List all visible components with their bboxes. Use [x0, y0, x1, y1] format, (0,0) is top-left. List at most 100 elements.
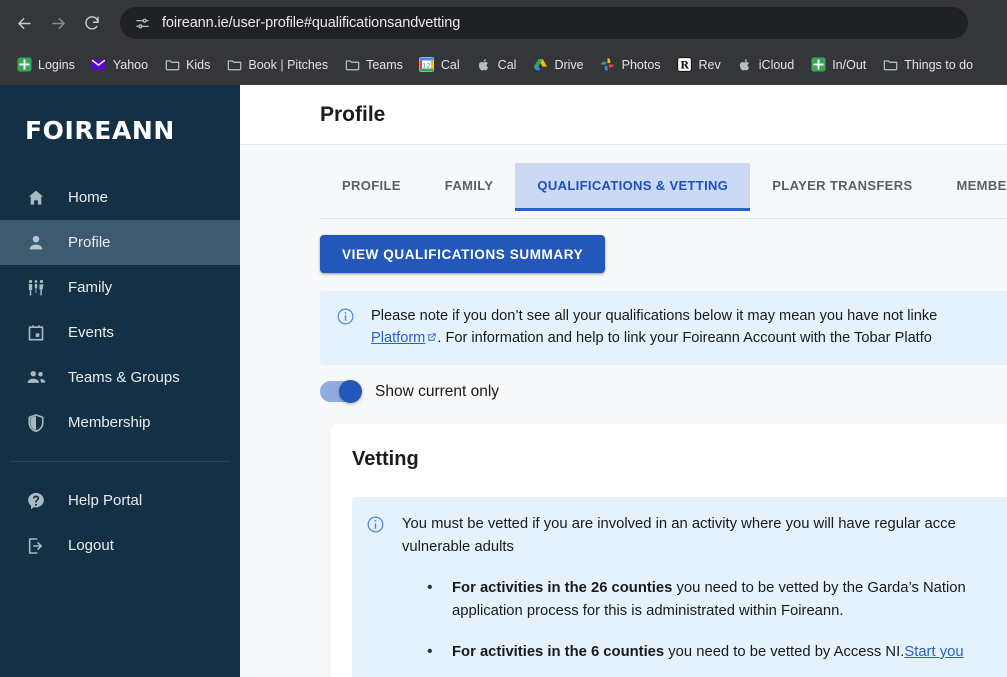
vetting-intro-line-2: vulnerable adults [402, 539, 514, 556]
tobar-platform-link[interactable]: Platform [371, 330, 425, 346]
bookmark-label: Logins [38, 57, 75, 72]
bookmark-icloud[interactable]: iCloud [729, 52, 802, 78]
page-title: Profile [320, 102, 386, 126]
tab-family[interactable]: FAMILY [423, 163, 516, 211]
tab-bar: PROFILE FAMILY QUALIFICATIONS & VETTING … [320, 163, 1007, 211]
brand-text: FOIREANN [25, 115, 175, 145]
bookmark-label: Drive [554, 57, 584, 72]
sidebar-item-help-portal[interactable]: Help Portal [0, 478, 240, 523]
vetting-title: Vetting [352, 448, 419, 471]
home-icon [25, 187, 47, 209]
site-settings-icon[interactable] [132, 13, 152, 33]
sidebar-item-label: Family [68, 279, 113, 296]
qualifications-notice-text: Please note if you don’t see all your qu… [371, 305, 937, 349]
vetting-intro-line-1: You must be vetted if you are involved i… [402, 516, 956, 533]
address-bar[interactable]: foireann.ie/user-profile#qualificationsa… [120, 7, 968, 39]
notice-line-1: Please note if you don’t see all your qu… [371, 308, 938, 324]
bookmark-teams[interactable]: Teams [336, 52, 411, 78]
show-current-only-label: Show current only [375, 382, 500, 400]
sidebar-item-label: Help Portal [68, 492, 143, 509]
tab-membership[interactable]: MEMBERSHIP [934, 163, 1007, 211]
bookmark-kids[interactable]: Kids [156, 52, 218, 78]
main-content: Profile PROFILE FAMILY QUALIFICATIONS & … [240, 85, 1007, 677]
vetting-notice: You must be vetted if you are involved i… [352, 497, 1007, 677]
bookmark-cal-apple[interactable]: Cal [468, 52, 525, 78]
sidebar-nav: Home Profile Family Events Teams & Group… [0, 175, 240, 568]
green-cross-icon [16, 57, 32, 73]
vetting-card: Vetting You must be vetted if you are in… [330, 424, 1007, 677]
bookmark-logins[interactable]: Logins [8, 52, 83, 78]
brand-logo[interactable]: FOIREANN [0, 85, 240, 175]
bookmark-yahoo[interactable]: Yahoo [83, 52, 156, 78]
sidebar-item-profile[interactable]: Profile [0, 220, 240, 265]
bookmark-drive[interactable]: Drive [524, 52, 591, 78]
folder-icon [164, 57, 180, 73]
forward-button[interactable] [42, 7, 74, 39]
folder-icon [226, 57, 242, 73]
browser-toolbar: foireann.ie/user-profile#qualificationsa… [0, 0, 1007, 46]
tab-bar-wrapper: PROFILE FAMILY QUALIFICATIONS & VETTING … [240, 145, 1007, 219]
bookmarks-bar: Logins Yahoo Kids Book | Pitches Teams 1… [0, 46, 1007, 83]
yahoo-mail-icon [91, 57, 107, 73]
sidebar-item-membership[interactable]: Membership [0, 400, 240, 445]
bookmark-photos[interactable]: Photos [592, 52, 669, 78]
back-button[interactable] [8, 7, 40, 39]
qualifications-notice: Please note if you don’t see all your qu… [320, 291, 1007, 366]
tab-qualifications-and-vetting[interactable]: QUALIFICATIONS & VETTING [515, 163, 751, 211]
calendar-icon [25, 322, 47, 344]
show-current-only-row: Show current only [320, 380, 1007, 404]
bookmark-label: Teams [366, 57, 403, 72]
apple-icon [476, 57, 492, 73]
google-drive-icon [532, 57, 548, 73]
bookmark-label: Book | Pitches [248, 57, 329, 72]
sidebar-item-label: Events [68, 324, 114, 341]
browser-chrome: foireann.ie/user-profile#qualificationsa… [0, 0, 1007, 85]
person-icon [25, 232, 47, 254]
bookmark-label: Yahoo [112, 57, 149, 72]
sidebar-item-label: Teams & Groups [68, 369, 180, 386]
sidebar-item-home[interactable]: Home [0, 175, 240, 220]
page-header: Profile [240, 85, 1007, 145]
google-calendar-icon: 12 [419, 57, 435, 73]
bookmark-label: Cal [497, 57, 517, 72]
people-icon [25, 367, 47, 389]
google-photos-icon [600, 57, 616, 73]
help-icon [25, 490, 47, 512]
sidebar-item-teams-groups[interactable]: Teams & Groups [0, 355, 240, 400]
sidebar-item-logout[interactable]: Logout [0, 523, 240, 568]
svg-text:R: R [680, 59, 689, 71]
logout-icon [25, 535, 47, 557]
bookmark-rev[interactable]: R Rev [669, 52, 729, 78]
bookmark-in-out[interactable]: In/Out [802, 52, 874, 78]
sidebar-item-events[interactable]: Events [0, 310, 240, 355]
bookmark-label: iCloud [758, 57, 795, 72]
sidebar-item-label: Home [68, 189, 109, 206]
family-icon [25, 277, 47, 299]
bookmark-book-pitches[interactable]: Book | Pitches [218, 52, 336, 78]
bookmark-label: Things to do [904, 57, 974, 72]
bookmark-label: Photos [621, 57, 661, 72]
svg-text:12: 12 [423, 61, 431, 69]
tab-profile[interactable]: PROFILE [320, 163, 423, 211]
bookmark-things-to-do[interactable]: Things to do [874, 52, 981, 78]
tab-player-transfers[interactable]: PLAYER TRANSFERS [750, 163, 934, 211]
shield-icon [25, 412, 47, 434]
view-qualifications-summary-button[interactable]: VIEW QUALIFICATIONS SUMMARY [320, 235, 606, 273]
reload-button[interactable] [76, 7, 108, 39]
bullet-1-bold: For activities in the 26 counties [452, 580, 673, 597]
sidebar-divider [10, 461, 230, 462]
start-your-application-link[interactable]: Start you [904, 644, 963, 660]
folder-icon [882, 57, 898, 73]
bullet-2-bold: For activities in the 6 counties [452, 644, 665, 661]
sidebar-item-family[interactable]: Family [0, 265, 240, 310]
bullet-1-rest: you need to be vetted by the Garda’s Nat… [672, 580, 966, 597]
show-current-only-toggle[interactable] [320, 380, 362, 404]
bookmark-cal-google[interactable]: 12 Cal [411, 52, 468, 78]
bookmark-label: In/Out [832, 57, 867, 72]
bullet-1-line-2: application process for this is administ… [452, 603, 844, 620]
sidebar-item-label: Logout [68, 537, 114, 554]
folder-icon [344, 57, 360, 73]
application-viewport: FOIREANN Home Profile Family Events Team… [0, 85, 1007, 677]
toggle-knob [339, 380, 362, 404]
bullet-2-line-2: . [452, 666, 457, 677]
